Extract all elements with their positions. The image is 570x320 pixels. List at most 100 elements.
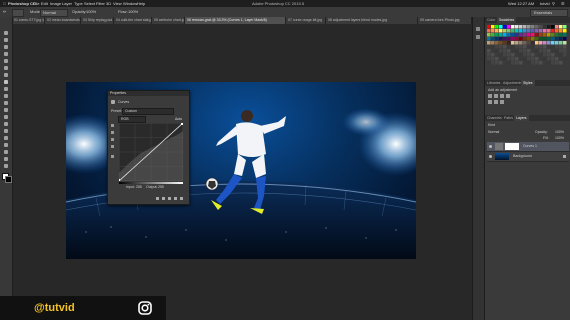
brush-tool-icon[interactable] [3, 80, 9, 85]
document-tab[interactable]: 01 comic-STY.jpg @ 16... [12, 17, 45, 24]
curves-icon[interactable] [500, 94, 504, 98]
eyedropper-tool-icon[interactable] [3, 66, 9, 71]
document-tab[interactable]: 04 culit-the chart stat.jpg [114, 17, 152, 24]
layer-row-curves[interactable]: Curves 1 [487, 142, 569, 152]
output-value[interactable]: 255 [158, 185, 164, 190]
shape-tool-icon[interactable] [3, 150, 9, 155]
brush-size-picker[interactable] [12, 9, 24, 17]
visibility-eye-icon[interactable] [489, 145, 492, 148]
curve-pencil-icon[interactable] [111, 155, 114, 158]
menu-item[interactable]: File [33, 0, 39, 7]
view-previous-icon[interactable] [162, 197, 165, 200]
vibrance-icon[interactable] [488, 100, 492, 104]
document-tab[interactable]: 07 curse-range-bit.jpg [286, 17, 326, 24]
menu-item[interactable]: Image [50, 0, 61, 7]
quick-select-tool-icon[interactable] [3, 52, 9, 57]
layer-filter-kind[interactable]: Kind [488, 123, 495, 127]
tab-styles[interactable]: Styles [521, 80, 535, 86]
layer-name[interactable]: Curves 1 [523, 142, 537, 151]
blend-mode-select[interactable]: Normal [488, 130, 499, 134]
document-tab[interactable]: 02 mean-boardwinds.jpg... [45, 17, 81, 24]
document-tab-active[interactable]: 06 remoan-graf-@ 33.3% (Curves 1, Layer … [185, 17, 286, 24]
blur-tool-icon[interactable] [3, 115, 9, 120]
opacity-value[interactable]: 100% [86, 7, 96, 17]
tab-layers[interactable]: Layers [514, 115, 529, 121]
menu-item[interactable]: Photoshop CC [8, 0, 36, 7]
move-tool-icon[interactable] [3, 31, 9, 36]
history-icon[interactable] [476, 27, 480, 31]
levels-icon[interactable] [494, 94, 498, 98]
input-value[interactable]: 255 [136, 185, 142, 190]
white-point-eyedropper-icon[interactable] [111, 145, 114, 148]
document-tab[interactable]: 08 adjustment layers blend modes.jpg [326, 17, 418, 24]
actions-icon[interactable] [476, 35, 480, 39]
document-tab[interactable]: 03 Ship replag.psd @... [81, 17, 114, 24]
layer-mask-thumbnail[interactable] [505, 143, 519, 150]
background-color-swatch[interactable] [5, 176, 12, 183]
menu-item[interactable]: Type [74, 0, 83, 7]
menu-item[interactable]: Edit [41, 0, 48, 7]
layer-row-background[interactable]: Background [487, 152, 569, 162]
on-image-adjust-icon[interactable] [111, 124, 114, 127]
document-tab[interactable]: 05 weitrohn chart.jpg [152, 17, 185, 24]
tab-swatches[interactable]: Swatches [497, 17, 517, 23]
eraser-tool-icon[interactable] [3, 101, 9, 106]
crop-tool-icon[interactable] [3, 59, 9, 64]
clip-to-layer-icon[interactable] [156, 197, 159, 200]
apple-icon[interactable]:  [3, 0, 6, 7]
layer-opacity-value[interactable]: 100% [555, 130, 564, 134]
properties-panel[interactable]: Properties Curves Preset: Custom RGB Aut… [107, 90, 190, 205]
menu-item[interactable]: Window [123, 0, 137, 7]
layer-name[interactable]: Background [513, 152, 532, 161]
properties-tab[interactable]: Properties [108, 91, 189, 96]
auto-button[interactable]: Auto [175, 116, 182, 122]
mode-select[interactable]: Normal [40, 9, 68, 17]
trash-icon[interactable] [180, 197, 183, 200]
gradient-tool-icon[interactable] [3, 108, 9, 113]
workspace-select[interactable]: Essentials [530, 9, 568, 17]
menu-item[interactable]: 3D [106, 0, 111, 7]
brightness-icon[interactable] [488, 94, 492, 98]
flow-value[interactable]: 100% [128, 7, 138, 17]
search-icon[interactable]: ⚲ [552, 0, 555, 7]
user-name[interactable]: tutvid [540, 0, 550, 7]
swatch [547, 57, 551, 61]
document-tab[interactable]: 09 camera fore-Photo.jpg [418, 17, 472, 24]
marquee-tool-icon[interactable] [3, 38, 9, 43]
exposure-icon[interactable] [506, 94, 510, 98]
path-select-tool-icon[interactable] [3, 143, 9, 148]
healing-tool-icon[interactable] [3, 73, 9, 78]
black-point-eyedropper-icon[interactable] [111, 131, 114, 134]
tab-channels[interactable]: Channels [485, 115, 504, 121]
visibility-icon[interactable] [174, 197, 177, 200]
swatch [507, 29, 511, 33]
tab-libraries[interactable]: Libraries [485, 80, 502, 86]
brush-tool-icon[interactable]: ✏ [3, 7, 6, 17]
pen-tool-icon[interactable] [3, 129, 9, 134]
menu-item[interactable]: Select [84, 0, 95, 7]
channel-select[interactable]: RGB [118, 116, 146, 123]
lasso-tool-icon[interactable] [3, 45, 9, 50]
menu-icon[interactable]: ☰ [561, 0, 565, 7]
history-brush-tool-icon[interactable] [3, 94, 9, 99]
fill-value[interactable]: 100% [555, 136, 564, 140]
dodge-tool-icon[interactable] [3, 122, 9, 127]
clone-stamp-tool-icon[interactable] [3, 87, 9, 92]
tab-color[interactable]: Color [485, 17, 497, 23]
curves-graph[interactable] [119, 123, 183, 181]
menu-item[interactable]: Help [137, 0, 145, 7]
preset-select[interactable]: Custom [122, 108, 174, 115]
gray-point-eyedropper-icon[interactable] [111, 138, 114, 141]
visibility-eye-icon[interactable] [489, 155, 492, 158]
reset-icon[interactable] [168, 197, 171, 200]
tab-paths[interactable]: Paths [502, 115, 515, 121]
menu-item[interactable]: Layer [62, 0, 72, 7]
type-tool-icon[interactable] [3, 136, 9, 141]
menu-item[interactable]: View [113, 0, 122, 7]
menu-item[interactable]: Filter [96, 0, 105, 7]
hue-saturation-icon[interactable] [494, 100, 498, 104]
swatches-grid[interactable] [487, 25, 569, 67]
zoom-tool-icon[interactable] [3, 164, 9, 169]
hand-tool-icon[interactable] [3, 157, 9, 162]
color-balance-icon[interactable] [500, 100, 504, 104]
